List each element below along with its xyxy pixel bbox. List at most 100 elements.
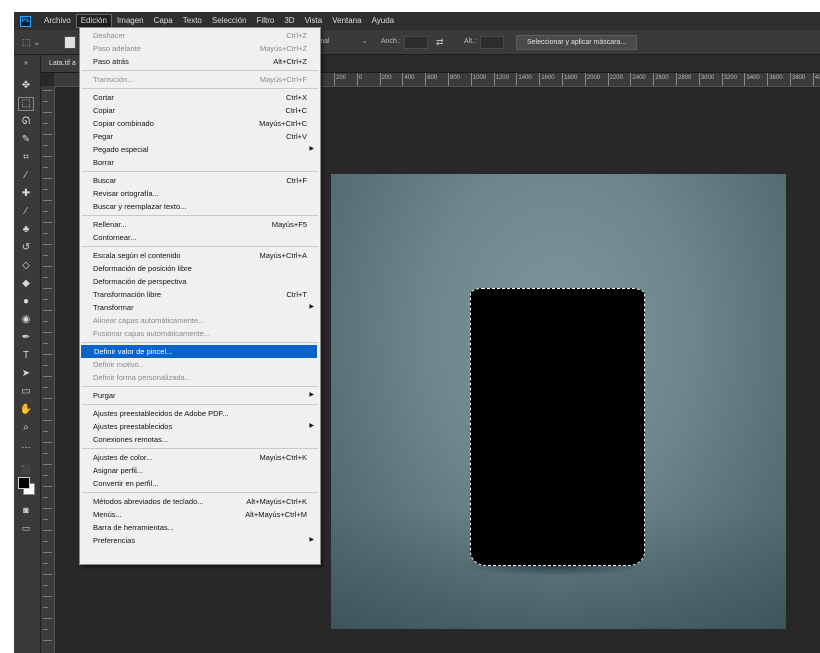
menu-6[interactable]: Filtro: [252, 14, 280, 28]
swap-dimensions-icon[interactable]: ⇄: [436, 36, 444, 48]
ruler-tick: [43, 530, 52, 531]
marquee-icon[interactable]: ⬚: [18, 97, 34, 111]
edit-menu-item[interactable]: Transformación libre Ctrl+T: [80, 288, 320, 301]
edit-menu-item[interactable]: Purgar ▶: [80, 389, 320, 402]
rectangle-icon[interactable]: ▭: [18, 385, 34, 399]
path-select-icon[interactable]: ➤: [18, 367, 34, 381]
document-tab[interactable]: Lata.tif a: [41, 55, 84, 72]
menu-0[interactable]: Archivo: [39, 14, 76, 28]
type-icon[interactable]: T: [18, 349, 34, 363]
blur-icon[interactable]: ●: [18, 295, 34, 309]
menu-item-shortcut: Mayús+Ctrl+Z: [259, 44, 307, 53]
edit-menu-item[interactable]: Buscar Ctrl+F: [80, 174, 320, 187]
hand-icon[interactable]: ✋: [18, 403, 34, 417]
menu-separator: [82, 448, 318, 449]
ruler-tick: [43, 178, 52, 179]
edit-menu-item[interactable]: Definir valor de pincel...: [81, 345, 317, 358]
menu-item-label: Buscar: [93, 176, 117, 185]
menu-9[interactable]: Ventana: [327, 14, 366, 28]
edit-menu-item[interactable]: Borrar: [80, 156, 320, 169]
quick-select-icon[interactable]: ✎: [18, 133, 34, 147]
edit-menu-item[interactable]: Convertir en perfil...: [80, 477, 320, 490]
menu-8[interactable]: Vista: [300, 14, 328, 28]
ruler-tick: [43, 376, 52, 377]
menu-item-shortcut: Ctrl+T: [286, 290, 307, 299]
edit-menu-item[interactable]: Ajustes preestablecidos de Adobe PDF...: [80, 407, 320, 420]
menu-7[interactable]: 3D: [279, 14, 299, 28]
move-icon[interactable]: ✥: [18, 79, 34, 93]
ruler-tick: [43, 101, 48, 102]
lasso-icon[interactable]: ᘏ: [18, 115, 34, 129]
edit-menu-item[interactable]: Preferencias ▶: [80, 534, 320, 547]
menu-separator: [82, 386, 318, 387]
menu-4[interactable]: Texto: [178, 14, 207, 28]
ruler-tick: [790, 73, 791, 86]
edit-menu-item[interactable]: Barra de herramientas...: [80, 521, 320, 534]
menu-5[interactable]: Selección: [207, 14, 252, 28]
edit-menu-item[interactable]: Asignar perfil...: [80, 464, 320, 477]
menu-3[interactable]: Capa: [149, 14, 178, 28]
edit-menu-item[interactable]: Conexiones remotas...: [80, 433, 320, 446]
width-input[interactable]: [404, 36, 428, 49]
dodge-icon[interactable]: ◉: [18, 313, 34, 327]
edit-menu-item[interactable]: Cortar Ctrl+X: [80, 91, 320, 104]
pen-icon[interactable]: ✒: [18, 331, 34, 345]
can-selection[interactable]: [470, 288, 645, 566]
stamp-icon[interactable]: ♣: [18, 223, 34, 237]
menu-item-label: Deshacer: [93, 31, 126, 40]
edit-menu-item[interactable]: Paso atrás Alt+Ctrl+Z: [80, 55, 320, 68]
edit-menu-item[interactable]: Revisar ortografía...: [80, 187, 320, 200]
menu-item-shortcut: Ctrl+F: [286, 176, 307, 185]
edit-menu-item: Definir motivo...: [80, 358, 320, 371]
edit-menu-item[interactable]: Buscar y reemplazar texto...: [80, 200, 320, 213]
edit-menu-item[interactable]: Pegar Ctrl+V: [80, 130, 320, 143]
edit-menu-item[interactable]: Pegado especial ▶: [80, 143, 320, 156]
quick-mask-icon[interactable]: ◙: [18, 503, 34, 517]
edit-menu-item[interactable]: Escala según el contenido Mayús+Ctrl+A: [80, 249, 320, 262]
ruler-tick: [767, 73, 769, 86]
edit-menu-item[interactable]: Rellenar... Mayús+F5: [80, 218, 320, 231]
history-brush-icon[interactable]: ↺: [18, 241, 34, 255]
ruler-tick: [43, 365, 48, 366]
menu-1[interactable]: Edición: [75, 14, 112, 28]
edit-menu-item[interactable]: Deformación de posición libre: [80, 262, 320, 275]
edit-menu-item: Paso adelante Mayús+Ctrl+Z: [80, 42, 320, 55]
menu-item-shortcut: Alt+Mayús+Ctrl+M: [245, 510, 307, 519]
crop-icon[interactable]: ⌗: [18, 151, 34, 165]
zoom-icon[interactable]: ⌕: [18, 421, 34, 435]
ruler-tick: [43, 288, 52, 289]
screen-mode-icon[interactable]: ▭: [18, 521, 34, 535]
foreground-color-swatch[interactable]: [18, 477, 30, 489]
default-colors-icon[interactable]: ⬛ ⇆: [18, 463, 34, 488]
edit-menu-item[interactable]: Contornear...: [80, 231, 320, 244]
paint-bucket-icon[interactable]: ◆: [18, 277, 34, 291]
edit-menu-item[interactable]: Ajustes preestablecidos ▶: [80, 420, 320, 433]
collapse-panel-icon[interactable]: »: [18, 57, 34, 71]
edit-menu-item: Transición... Mayús+Ctrl+F: [80, 73, 320, 86]
ruler-label: 600: [427, 75, 438, 81]
healing-icon[interactable]: ✚: [18, 187, 34, 201]
edit-menu-item[interactable]: Transformar ▶: [80, 301, 320, 314]
style-select[interactable]: rmal ⌄: [316, 36, 367, 48]
submenu-arrow-icon: ▶: [309, 304, 314, 310]
menu-10[interactable]: Ayuda: [367, 14, 400, 28]
edit-menu-item[interactable]: Deformación de perspectiva: [80, 275, 320, 288]
edit-menu-item: Fusionar capas automáticamente...: [80, 327, 320, 340]
eraser-icon[interactable]: ◇: [18, 259, 34, 273]
edit-menu-item[interactable]: Copiar combinado Mayús+Ctrl+C: [80, 117, 320, 130]
brush-icon[interactable]: ⁄: [18, 205, 34, 219]
select-and-mask-button[interactable]: Seleccionar y aplicar máscara...: [516, 35, 638, 50]
marquee-tool-preset-icon[interactable]: ⬚ ⌄: [22, 36, 41, 48]
edit-menu-item[interactable]: Menús... Alt+Mayús+Ctrl+M: [80, 508, 320, 521]
edit-menu-item[interactable]: Métodos abreviados de teclado... Alt+Mayú…: [80, 495, 320, 508]
eyedropper-icon[interactable]: ⁄: [18, 169, 34, 183]
menu-2[interactable]: Imagen: [112, 14, 149, 28]
more-icon[interactable]: …: [18, 439, 34, 453]
edit-menu-item[interactable]: Copiar Ctrl+C: [80, 104, 320, 117]
photo-canvas[interactable]: [331, 174, 786, 629]
edit-menu-item[interactable]: Ajustes de color... Mayús+Ctrl+K: [80, 451, 320, 464]
height-input[interactable]: [480, 36, 504, 49]
ruler-tick: [607, 73, 609, 86]
menu-item-label: Copiar: [93, 106, 116, 115]
new-selection-mode-icon[interactable]: [64, 36, 76, 49]
